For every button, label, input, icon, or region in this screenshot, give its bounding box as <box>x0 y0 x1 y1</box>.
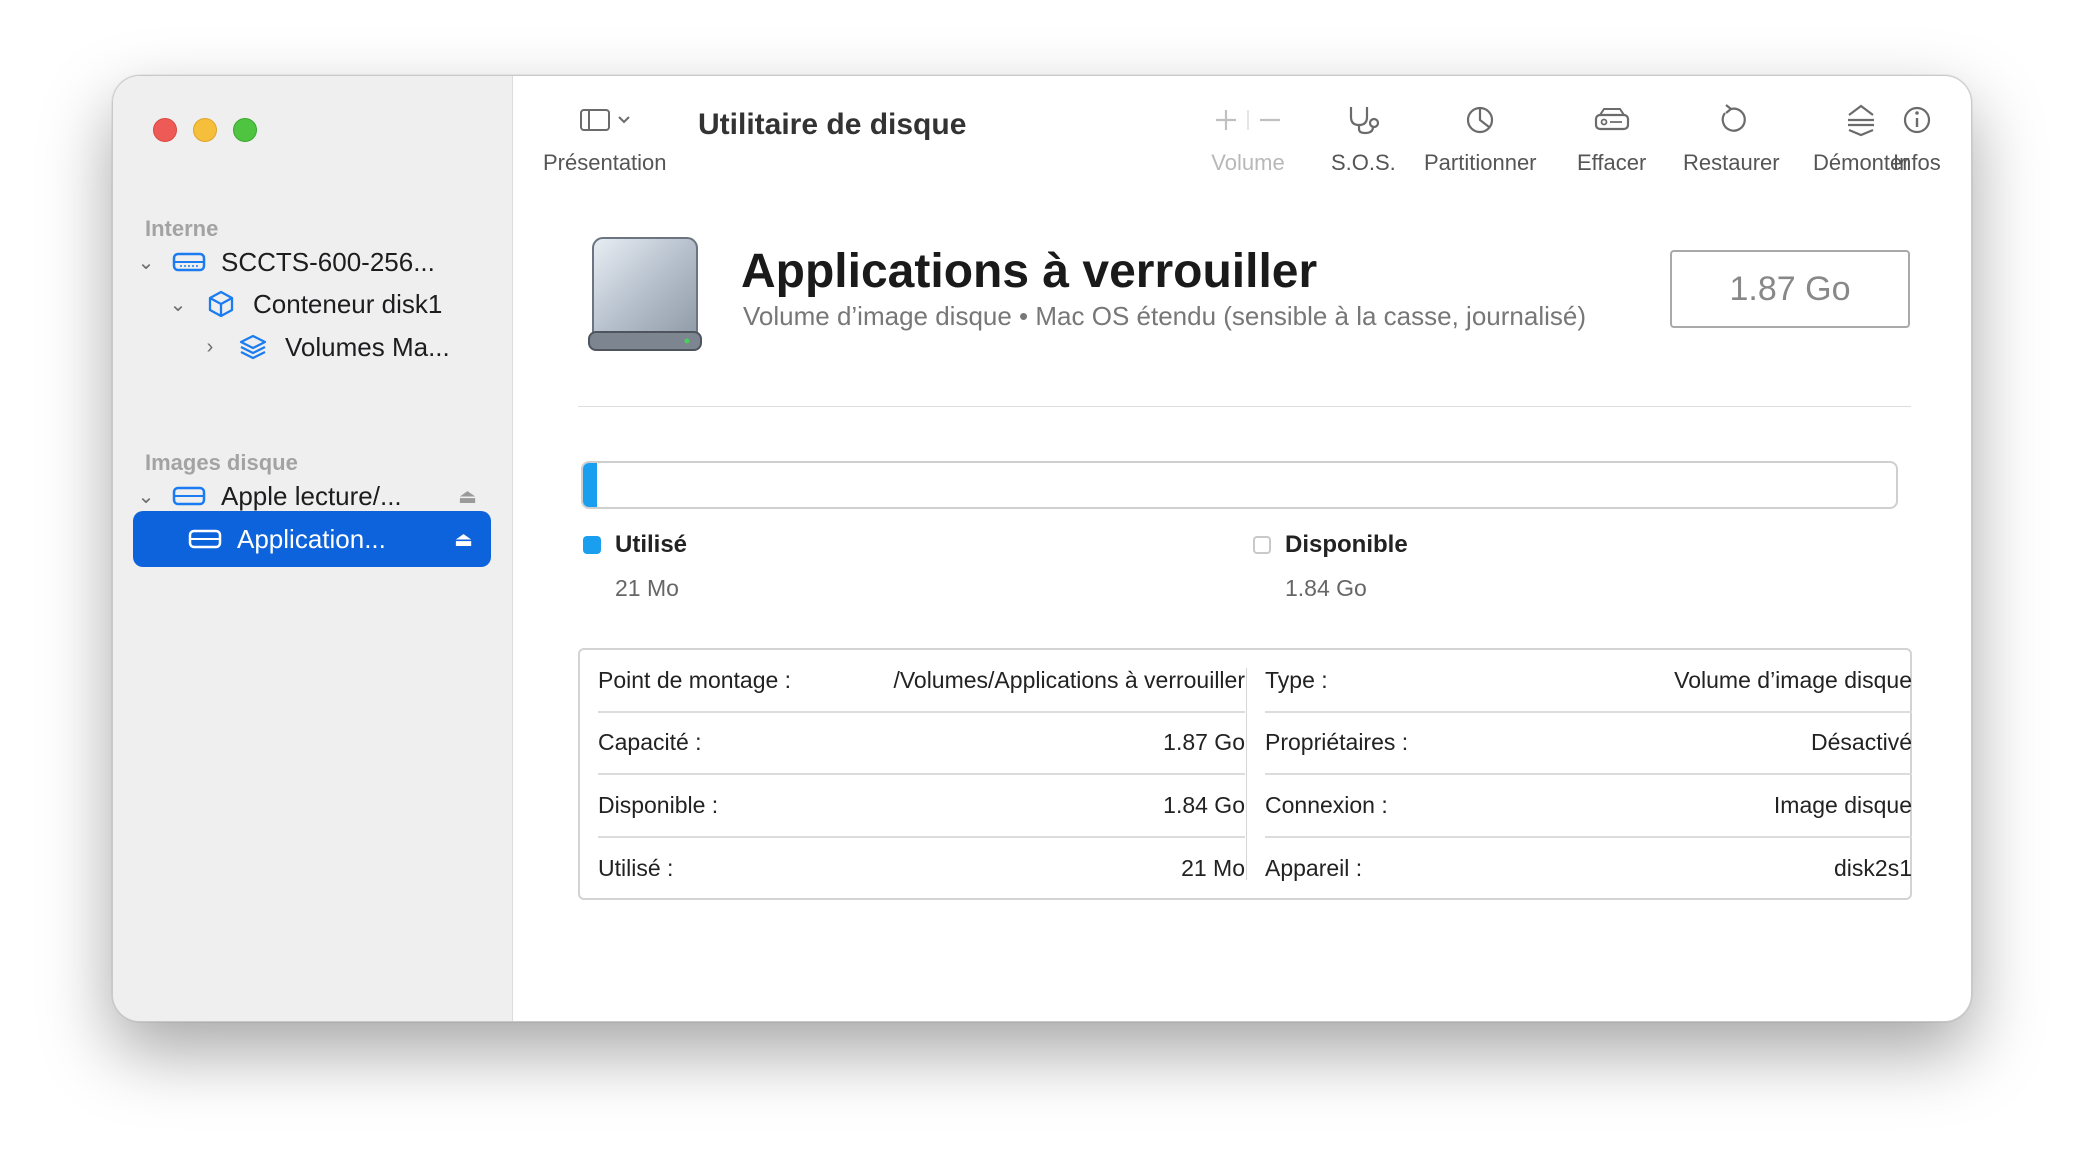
disk-image-icon <box>171 478 207 514</box>
volume-disk-icon <box>187 521 223 557</box>
info-row: Point de montage :/Volumes/Applications … <box>598 650 1245 713</box>
minimize-button[interactable] <box>193 118 217 142</box>
sidebar-toggle-icon <box>575 100 635 140</box>
pie-chart-icon <box>1463 100 1497 140</box>
info-button[interactable]: Infos <box>1893 100 1941 176</box>
volume-subtitle: Volume d’image disque • Mac OS étendu (s… <box>743 301 1586 331</box>
erase-button[interactable]: Effacer <box>1577 100 1646 176</box>
volume-button[interactable]: Volume <box>1208 100 1288 176</box>
restore-button[interactable]: Restaurer <box>1683 100 1780 176</box>
window-title: Utilitaire de disque <box>698 108 967 141</box>
info-row: Propriétaires : Désactivé <box>1265 713 1912 775</box>
window-controls <box>153 118 257 142</box>
info-table: Point de montage :/Volumes/Applications … <box>578 648 1912 900</box>
used-swatch <box>583 536 601 554</box>
legend-used: Utilisé 21 Mo <box>583 531 687 602</box>
legend-free: Disponible 1.84 Go <box>1253 531 1408 602</box>
usage-bar <box>581 461 1898 509</box>
sidebar-item-volumes[interactable]: › Volumes Ma... <box>199 319 489 375</box>
used-value: 21 Mo <box>615 575 679 601</box>
internal-disk-icon <box>171 244 207 280</box>
usage-bar-used-fill <box>583 463 598 507</box>
stethoscope-icon <box>1343 100 1383 140</box>
eject-icon[interactable]: ⏏ <box>458 484 477 509</box>
sidebar: Interne ⌄ SCCTS-600-256... ⌄ Conteneur d… <box>113 76 513 1021</box>
disk-utility-window: Interne ⌄ SCCTS-600-256... ⌄ Conteneur d… <box>112 75 1972 1022</box>
free-swatch <box>1253 536 1271 554</box>
info-row: Utilisé :21 Mo <box>598 855 1245 882</box>
zoom-button[interactable] <box>233 118 257 142</box>
info-column-left: Point de montage :/Volumes/Applications … <box>598 650 1245 898</box>
presentation-button[interactable]: Présentation <box>543 100 667 176</box>
sidebar-item-label: SCCTS-600-256... <box>221 246 435 277</box>
volume-size-badge: 1.87 Go <box>1670 250 1910 328</box>
info-row: Type : Volume d’image disque <box>1265 650 1912 713</box>
erase-disk-icon <box>1592 100 1632 140</box>
layers-stack-icon <box>235 329 271 365</box>
add-remove-icon <box>1208 100 1288 140</box>
used-label: Utilisé <box>615 531 688 558</box>
info-column-separator <box>1246 668 1247 880</box>
close-button[interactable] <box>153 118 177 142</box>
chevron-down-icon[interactable]: ⌄ <box>135 484 157 509</box>
info-row: Capacité :1.87 Go <box>598 713 1245 775</box>
free-label: Disponible <box>1285 531 1408 558</box>
first-aid-button[interactable]: S.O.S. <box>1331 100 1396 176</box>
partition-button[interactable]: Partitionner <box>1424 100 1537 176</box>
info-column-right: Type : Volume d’image disque Propriétaire… <box>1265 650 1912 898</box>
chevron-down-icon[interactable]: ⌄ <box>167 292 189 317</box>
restore-arrow-icon <box>1714 100 1748 140</box>
info-row: Appareil : disk2s1 <box>1265 855 1912 882</box>
sidebar-item-label: Volumes Ma... <box>285 331 450 362</box>
sidebar-item-label: Conteneur disk1 <box>253 288 443 319</box>
chevron-down-icon[interactable]: ⌄ <box>135 250 157 275</box>
header-divider <box>578 406 1911 407</box>
info-row: Disponible :1.84 Go <box>598 775 1245 838</box>
sidebar-item-applications-volume[interactable]: Application... ⏏ <box>133 511 491 567</box>
sidebar-item-label: Application... <box>237 523 386 554</box>
sidebar-item-label: Apple lecture/... <box>221 480 402 511</box>
chevron-right-icon[interactable]: › <box>199 336 221 359</box>
info-circle-icon <box>1900 100 1934 140</box>
eject-icon[interactable]: ⏏ <box>454 527 473 552</box>
volume-drive-icon <box>583 234 705 363</box>
info-row: Connexion : Image disque <box>1265 775 1912 838</box>
container-cube-icon <box>203 286 239 322</box>
unmount-icon <box>1844 100 1878 140</box>
volume-name: Applications à verrouiller <box>741 245 1318 298</box>
free-value: 1.84 Go <box>1285 575 1367 601</box>
